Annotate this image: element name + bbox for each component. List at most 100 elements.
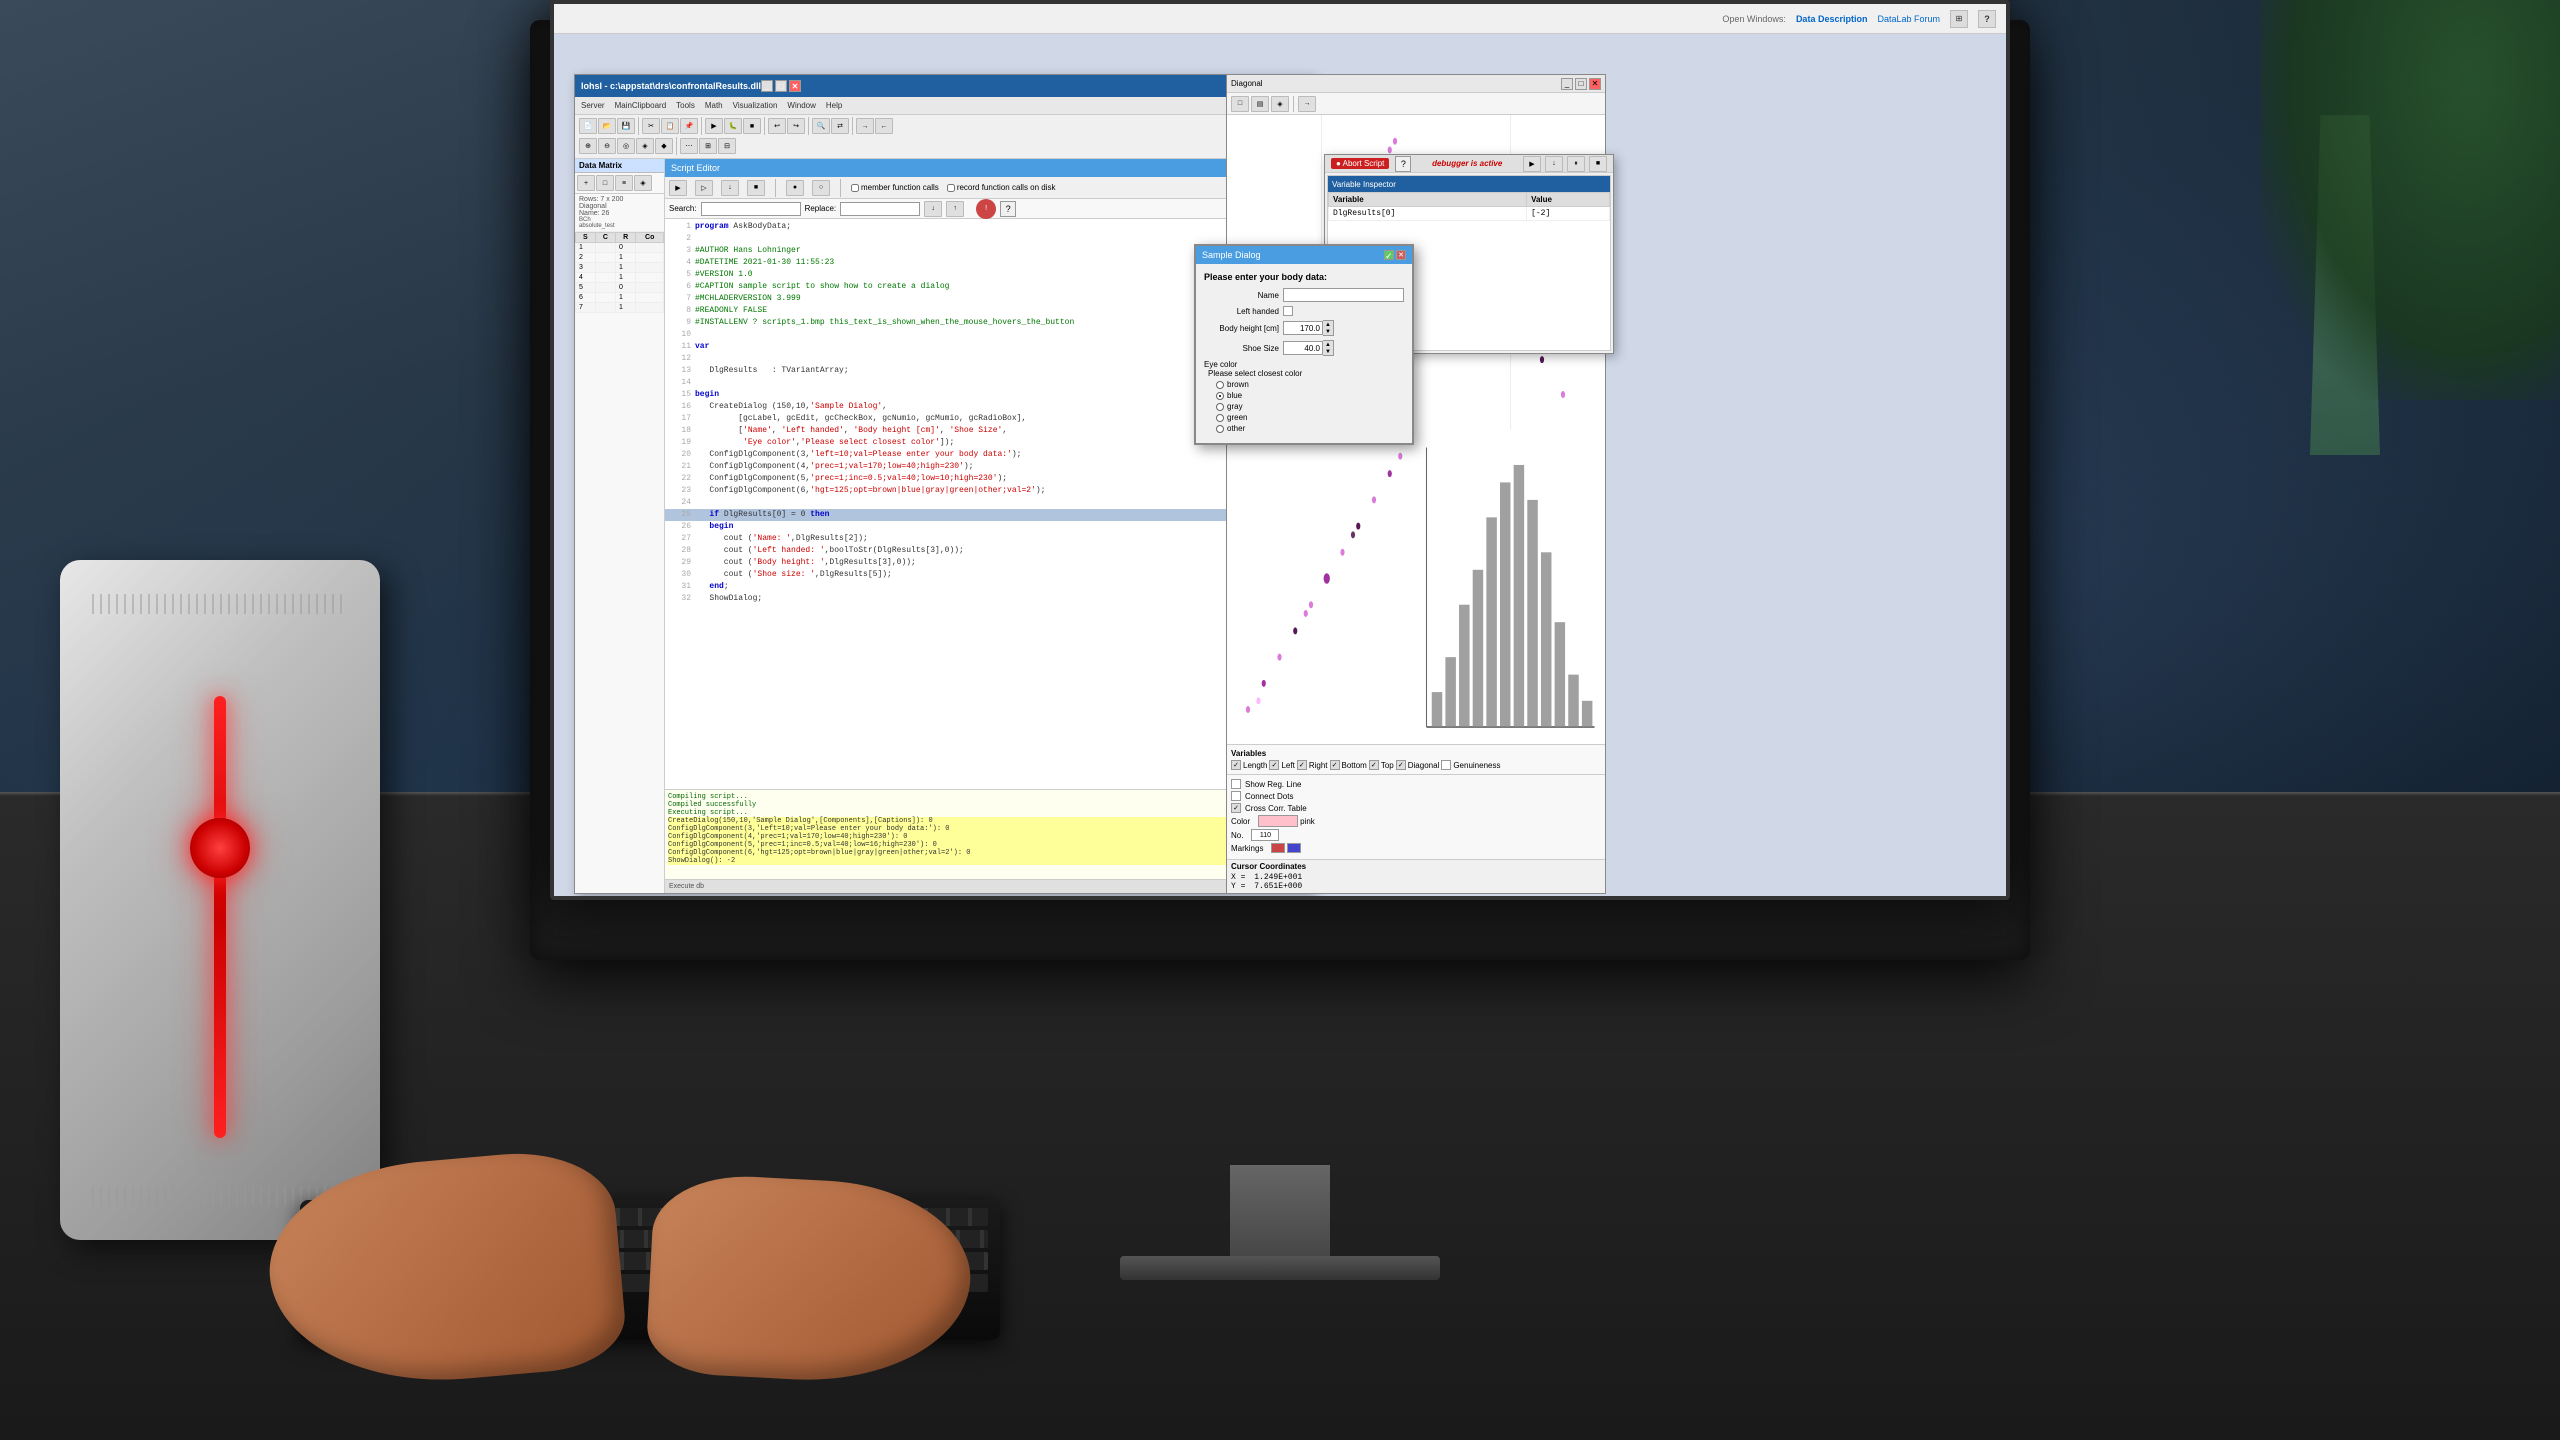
cb-member-functions[interactable] <box>851 184 859 192</box>
st-step[interactable]: ↓ <box>721 180 739 196</box>
st-bp[interactable]: ● <box>786 180 804 196</box>
radio-green[interactable] <box>1216 414 1224 422</box>
search-input[interactable] <box>701 202 801 216</box>
tb-run[interactable]: ▶ <box>705 118 723 134</box>
tb-save[interactable]: 💾 <box>617 118 635 134</box>
cb-record-functions[interactable] <box>947 184 955 192</box>
help-button[interactable]: ? <box>1978 10 1996 28</box>
tb-stop[interactable]: ■ <box>743 118 761 134</box>
radio-brown[interactable] <box>1216 381 1224 389</box>
tb-undo[interactable]: ↩ <box>768 118 786 134</box>
shoe-down-btn[interactable]: ▼ <box>1323 348 1333 355</box>
marking-color-1[interactable] <box>1271 843 1285 853</box>
dlg-ok-check[interactable]: ✓ <box>1384 250 1394 260</box>
st-clear-bp[interactable]: ○ <box>812 180 830 196</box>
replace-input[interactable] <box>840 202 920 216</box>
cross-corr-cb[interactable]: ✓ <box>1231 803 1241 813</box>
shoe-size-input[interactable] <box>1283 341 1323 355</box>
ide-minimize-btn[interactable]: _ <box>761 80 773 92</box>
cb-genuineness[interactable] <box>1441 760 1451 770</box>
debug-step2[interactable]: ↓ <box>1545 156 1563 172</box>
dm-btn-4[interactable]: ◈ <box>634 175 652 191</box>
cb-length[interactable]: ✓ <box>1231 760 1241 770</box>
show-reg-line-cb[interactable] <box>1231 779 1241 789</box>
cb-left[interactable]: ✓ <box>1269 760 1279 770</box>
dm-btn-3[interactable]: ≡ <box>615 175 633 191</box>
datalab-forum-link[interactable]: DataLab Forum <box>1877 14 1940 24</box>
tb-2-7[interactable]: ⊞ <box>699 138 717 154</box>
color-green[interactable]: green <box>1216 413 1404 422</box>
color-other[interactable]: other <box>1216 424 1404 433</box>
radio-gray[interactable] <box>1216 403 1224 411</box>
menu-window[interactable]: Window <box>787 101 815 110</box>
menu-tools[interactable]: Tools <box>676 101 695 110</box>
tb-indent[interactable]: → <box>856 118 874 134</box>
script-help-btn[interactable]: ? <box>1000 201 1016 217</box>
tb-2-4[interactable]: ◈ <box>636 138 654 154</box>
height-down-btn[interactable]: ▼ <box>1323 328 1333 335</box>
radio-blue[interactable] <box>1216 392 1224 400</box>
menu-main-clipboard[interactable]: MainClipboard <box>615 101 667 110</box>
abort-script-button[interactable]: ● Abort Script <box>1331 158 1389 169</box>
ide-close-btn[interactable]: ✕ <box>789 80 801 92</box>
dlg-close-btn[interactable]: ✕ <box>1396 250 1406 260</box>
tb-outdent[interactable]: ← <box>875 118 893 134</box>
name-input[interactable] <box>1283 288 1404 302</box>
dm-btn-2[interactable]: □ <box>596 175 614 191</box>
tb-replace[interactable]: ⇄ <box>831 118 849 134</box>
menu-visualization[interactable]: Visualization <box>733 101 778 110</box>
viz-tb-2[interactable]: ▤ <box>1251 96 1269 112</box>
body-height-input[interactable] <box>1283 321 1323 335</box>
shoe-up-btn[interactable]: ▲ <box>1323 341 1333 348</box>
tb-2-2[interactable]: ⊖ <box>598 138 616 154</box>
search-prev-btn[interactable]: ↑ <box>946 201 964 217</box>
data-description-link[interactable]: Data Description <box>1796 14 1868 24</box>
color-brown[interactable]: brown <box>1216 380 1404 389</box>
cb-right[interactable]: ✓ <box>1297 760 1307 770</box>
tb-2-6[interactable]: ⋯ <box>680 138 698 154</box>
tb-find[interactable]: 🔍 <box>812 118 830 134</box>
debug-pause[interactable]: ⏸ <box>1567 156 1585 172</box>
tb-debug[interactable]: 🐛 <box>724 118 742 134</box>
debug-stop[interactable]: ■ <box>1589 156 1607 172</box>
search-next-btn[interactable]: ↓ <box>924 201 942 217</box>
no-input[interactable] <box>1251 829 1279 841</box>
tb-cut[interactable]: ✂ <box>642 118 660 134</box>
tb-open[interactable]: 📂 <box>598 118 616 134</box>
color-swatch-pink[interactable] <box>1258 815 1298 827</box>
marking-color-2[interactable] <box>1287 843 1301 853</box>
st-stop[interactable]: ■ <box>747 180 765 196</box>
tb-2-3[interactable]: ◎ <box>617 138 635 154</box>
tb-2-1[interactable]: ⊕ <box>579 138 597 154</box>
grid-view-button[interactable]: ⊞ <box>1950 10 1968 28</box>
viz-minimize[interactable]: _ <box>1561 78 1573 90</box>
tb-paste[interactable]: 📌 <box>680 118 698 134</box>
tb-copy[interactable]: 📋 <box>661 118 679 134</box>
menu-server[interactable]: Server <box>581 101 605 110</box>
viz-tb-4[interactable]: → <box>1298 96 1316 112</box>
color-gray[interactable]: gray <box>1216 402 1404 411</box>
viz-maximize[interactable]: □ <box>1575 78 1587 90</box>
menu-help[interactable]: Help <box>826 101 842 110</box>
cb-top[interactable]: ✓ <box>1369 760 1379 770</box>
left-handed-checkbox[interactable] <box>1283 306 1293 316</box>
cb-bottom[interactable]: ✓ <box>1330 760 1340 770</box>
height-up-btn[interactable]: ▲ <box>1323 321 1333 328</box>
cb-diagonal[interactable]: ✓ <box>1396 760 1406 770</box>
ide-maximize-btn[interactable]: □ <box>775 80 787 92</box>
radio-other[interactable] <box>1216 425 1224 433</box>
color-blue[interactable]: blue <box>1216 391 1404 400</box>
debug-step[interactable]: ▶ <box>1523 156 1541 172</box>
st-run[interactable]: ▶ <box>669 180 687 196</box>
viz-close[interactable]: ✕ <box>1589 78 1601 90</box>
tb-new[interactable]: 📄 <box>579 118 597 134</box>
viz-tb-3[interactable]: ◈ <box>1271 96 1289 112</box>
viz-tb-1[interactable]: □ <box>1231 96 1249 112</box>
tb-2-5[interactable]: ◆ <box>655 138 673 154</box>
st-debug-run[interactable]: ▷ <box>695 180 713 196</box>
connect-dots-cb[interactable] <box>1231 791 1241 801</box>
tb-2-8[interactable]: ⊟ <box>718 138 736 154</box>
tb-redo[interactable]: ↪ <box>787 118 805 134</box>
debug-help-btn[interactable]: ? <box>1395 156 1411 172</box>
dm-add-form[interactable]: + <box>577 175 595 191</box>
